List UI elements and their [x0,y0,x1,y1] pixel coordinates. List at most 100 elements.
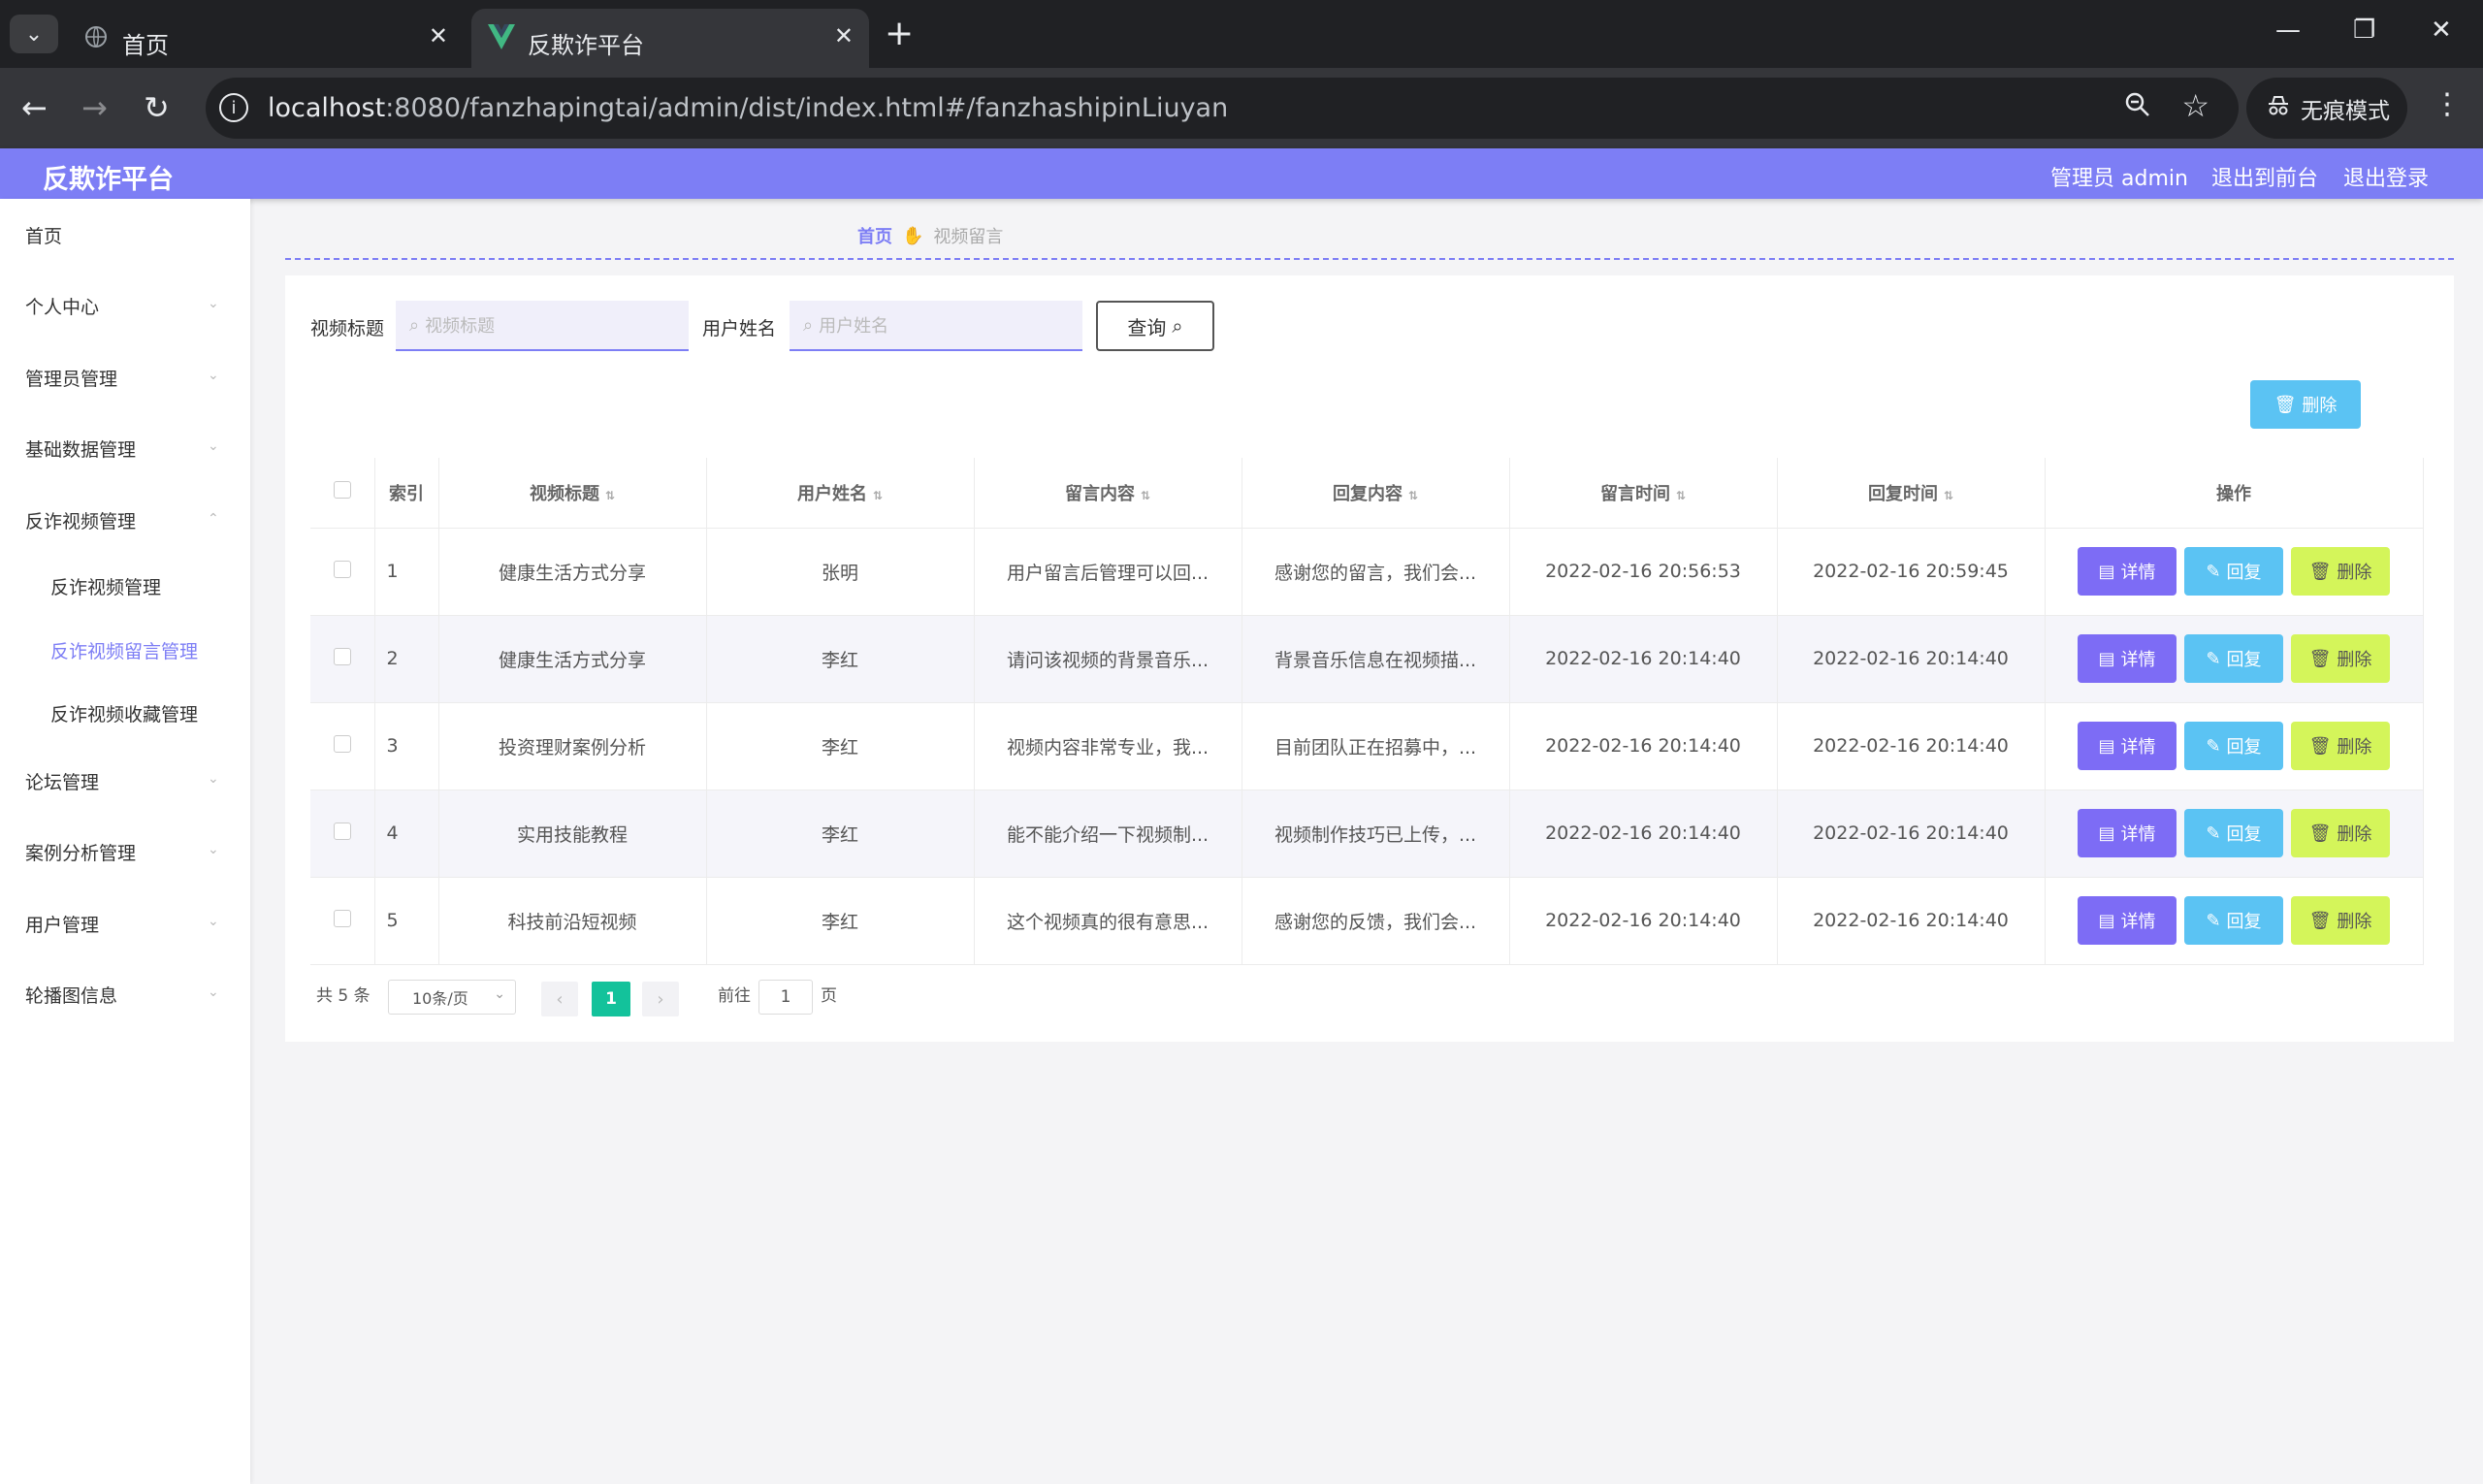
tab-search-button[interactable]: ⌄ [10,15,58,53]
column-header[interactable]: 回复时间 ⇅ [1777,458,2046,529]
row-index: 1 [374,528,439,616]
row-checkbox[interactable] [333,560,351,578]
reply-button[interactable]: ✎ 回复 [2184,722,2283,770]
column-header[interactable]: 留言内容 ⇅ [974,458,1242,529]
row-checkbox[interactable] [333,909,351,927]
row-user-name: 李红 [706,790,975,878]
column-header[interactable]: 回复内容 ⇅ [1242,458,1510,529]
close-icon[interactable]: ✕ [429,22,448,49]
incognito-label: 无痕模式 [2301,98,2390,124]
minimize-icon[interactable]: — [2275,16,2301,45]
row-actions: ▤ 详情 ✎ 回复 🗑 删除 [2045,615,2424,703]
back-icon[interactable]: ← [21,89,48,126]
page-size-select[interactable]: 10条/页 ⌄ [388,980,516,1015]
reload-icon[interactable]: ↻ [144,89,170,126]
restore-icon[interactable]: ❐ [2353,16,2375,45]
chevron-down-icon: ⌄ [208,914,219,929]
goto-page-input[interactable]: 1 [758,980,813,1015]
user-name-input[interactable]: ⌕ 用户姓名 [790,301,1082,351]
window-close-icon[interactable]: ✕ [2431,16,2452,45]
delete-button[interactable]: 🗑 删除 [2291,547,2390,596]
column-header[interactable]: 视频标题 ⇅ [438,458,707,529]
sort-icon[interactable]: ⇅ [1141,489,1150,502]
total-count: 共 5 条 [316,986,371,1006]
row-checkbox[interactable] [333,734,351,753]
bookmark-star-icon[interactable]: ☆ [2181,87,2209,124]
detail-button[interactable]: ▤ 详情 [2078,722,2177,770]
reply-button[interactable]: ✎ 回复 [2184,896,2283,945]
sidebar-item-basic-data[interactable]: 基础数据管理 [25,436,136,462]
browser-tab-home[interactable]: 首页 ✕ [66,9,464,68]
chevron-down-icon: ⌄ [208,438,219,454]
sidebar-subitem-video[interactable]: 反诈视频管理 [50,573,161,599]
sort-icon[interactable]: ⇅ [1676,489,1686,502]
breadcrumb-current: 视频留言 [933,227,1004,247]
info-icon[interactable]: i [219,93,248,122]
row-index: 4 [374,790,439,878]
address-bar[interactable]: i localhost:8080/fanzhapingtai/admin/dis… [206,78,2239,139]
delete-button[interactable]: 🗑 删除 [2291,722,2390,770]
sidebar-item-carousel[interactable]: 轮播图信息 [25,982,117,1008]
sidebar-item-video-management[interactable]: 反诈视频管理 [25,507,136,533]
query-button[interactable]: 查询 ⌕ [1096,301,1214,351]
browser-tab-active[interactable]: 反欺诈平台 ✕ [471,9,869,68]
select-all-cell[interactable] [310,458,375,529]
detail-button[interactable]: ▤ 详情 [2078,809,2177,857]
delete-button[interactable]: 🗑 删除 [2291,634,2390,683]
select-all-checkbox[interactable] [333,481,351,500]
row-reply-time: 2022-02-16 20:14:40 [1777,877,2046,965]
row-checkbox[interactable] [333,822,351,840]
detail-button[interactable]: ▤ 详情 [2078,896,2177,945]
sort-icon[interactable]: ⇅ [1944,489,1953,502]
delete-button[interactable]: 🗑 删除 [2291,809,2390,857]
trash-icon: 🗑 [2308,735,2332,757]
sort-icon[interactable]: ⇅ [605,489,615,502]
sidebar-item-personal-center[interactable]: 个人中心 [25,293,99,319]
prev-page-button[interactable]: ‹ [541,982,578,1016]
sidebar-subitem-video-favorites[interactable]: 反诈视频收藏管理 [50,700,198,726]
chevron-down-icon: ⌄ [208,842,219,857]
sidebar-item-home[interactable]: 首页 [25,222,62,248]
sidebar-item-forum[interactable]: 论坛管理 [25,768,99,794]
zoom-icon[interactable] [2124,91,2151,125]
detail-button[interactable]: ▤ 详情 [2078,547,2177,596]
column-header[interactable]: 留言时间 ⇅ [1509,458,1778,529]
app-header: 反欺诈平台 管理员 admin 退出到前台 退出登录 [0,148,2483,199]
detail-button[interactable]: ▤ 详情 [2078,634,2177,683]
sort-icon[interactable]: ⇅ [1408,489,1418,502]
current-page-button[interactable]: 1 [592,982,630,1016]
table-row: 4 实用技能教程 李红 能不能介绍一下视频制... 视频制作技巧已上传，... … [310,790,2424,878]
delete-button[interactable]: 🗑 删除 [2291,896,2390,945]
next-page-button[interactable]: › [642,982,679,1016]
main-card: 视频标题 ⌕ 视频标题 用户姓名 ⌕ 用户姓名 查询 ⌕ 🗑 删除 索引 视频标… [285,275,2454,1042]
reply-button[interactable]: ✎ 回复 [2184,634,2283,683]
exit-to-front-link[interactable]: 退出到前台 [2211,161,2318,192]
row-reply-time: 2022-02-16 20:59:45 [1777,528,2046,616]
incognito-indicator[interactable]: 无痕模式 [2246,78,2407,139]
column-header[interactable]: 用户姓名 ⇅ [706,458,975,529]
row-checkbox[interactable] [333,647,351,665]
logout-link[interactable]: 退出登录 [2343,161,2429,192]
breadcrumb-home[interactable]: 首页 [857,223,892,248]
browser-toolbar: ← → ↻ i localhost:8080/fanzhapingtai/adm… [0,68,2483,148]
edit-icon: ✎ [2206,561,2221,582]
video-title-input[interactable]: ⌕ 视频标题 [396,301,689,351]
sidebar: 首页 个人中心 ⌄ 管理员管理 ⌄ 基础数据管理 ⌄ 反诈视频管理 ⌃ 反诈视频… [0,199,250,1484]
new-tab-icon[interactable]: + [885,14,914,53]
close-icon[interactable]: ✕ [834,22,854,49]
batch-delete-button[interactable]: 🗑 删除 [2250,380,2361,429]
sidebar-item-users[interactable]: 用户管理 [25,911,99,937]
reply-button[interactable]: ✎ 回复 [2184,809,2283,857]
sidebar-item-case-analysis[interactable]: 案例分析管理 [25,839,136,865]
trash-icon: 🗑 [2308,561,2332,582]
trash-icon: 🗑 [2308,823,2332,844]
sort-icon[interactable]: ⇅ [873,489,883,502]
sidebar-item-admin-management[interactable]: 管理员管理 [25,365,117,391]
reply-button[interactable]: ✎ 回复 [2184,547,2283,596]
sidebar-subitem-video-comments[interactable]: 反诈视频留言管理 [50,637,198,663]
row-reply: 感谢您的反馈，我们会... [1242,877,1510,965]
admin-user-label[interactable]: 管理员 admin [2050,161,2188,192]
forward-icon[interactable]: → [81,89,108,126]
more-menu-icon[interactable]: ⋮ [2433,87,2462,121]
hand-icon: ✋ [902,225,924,246]
